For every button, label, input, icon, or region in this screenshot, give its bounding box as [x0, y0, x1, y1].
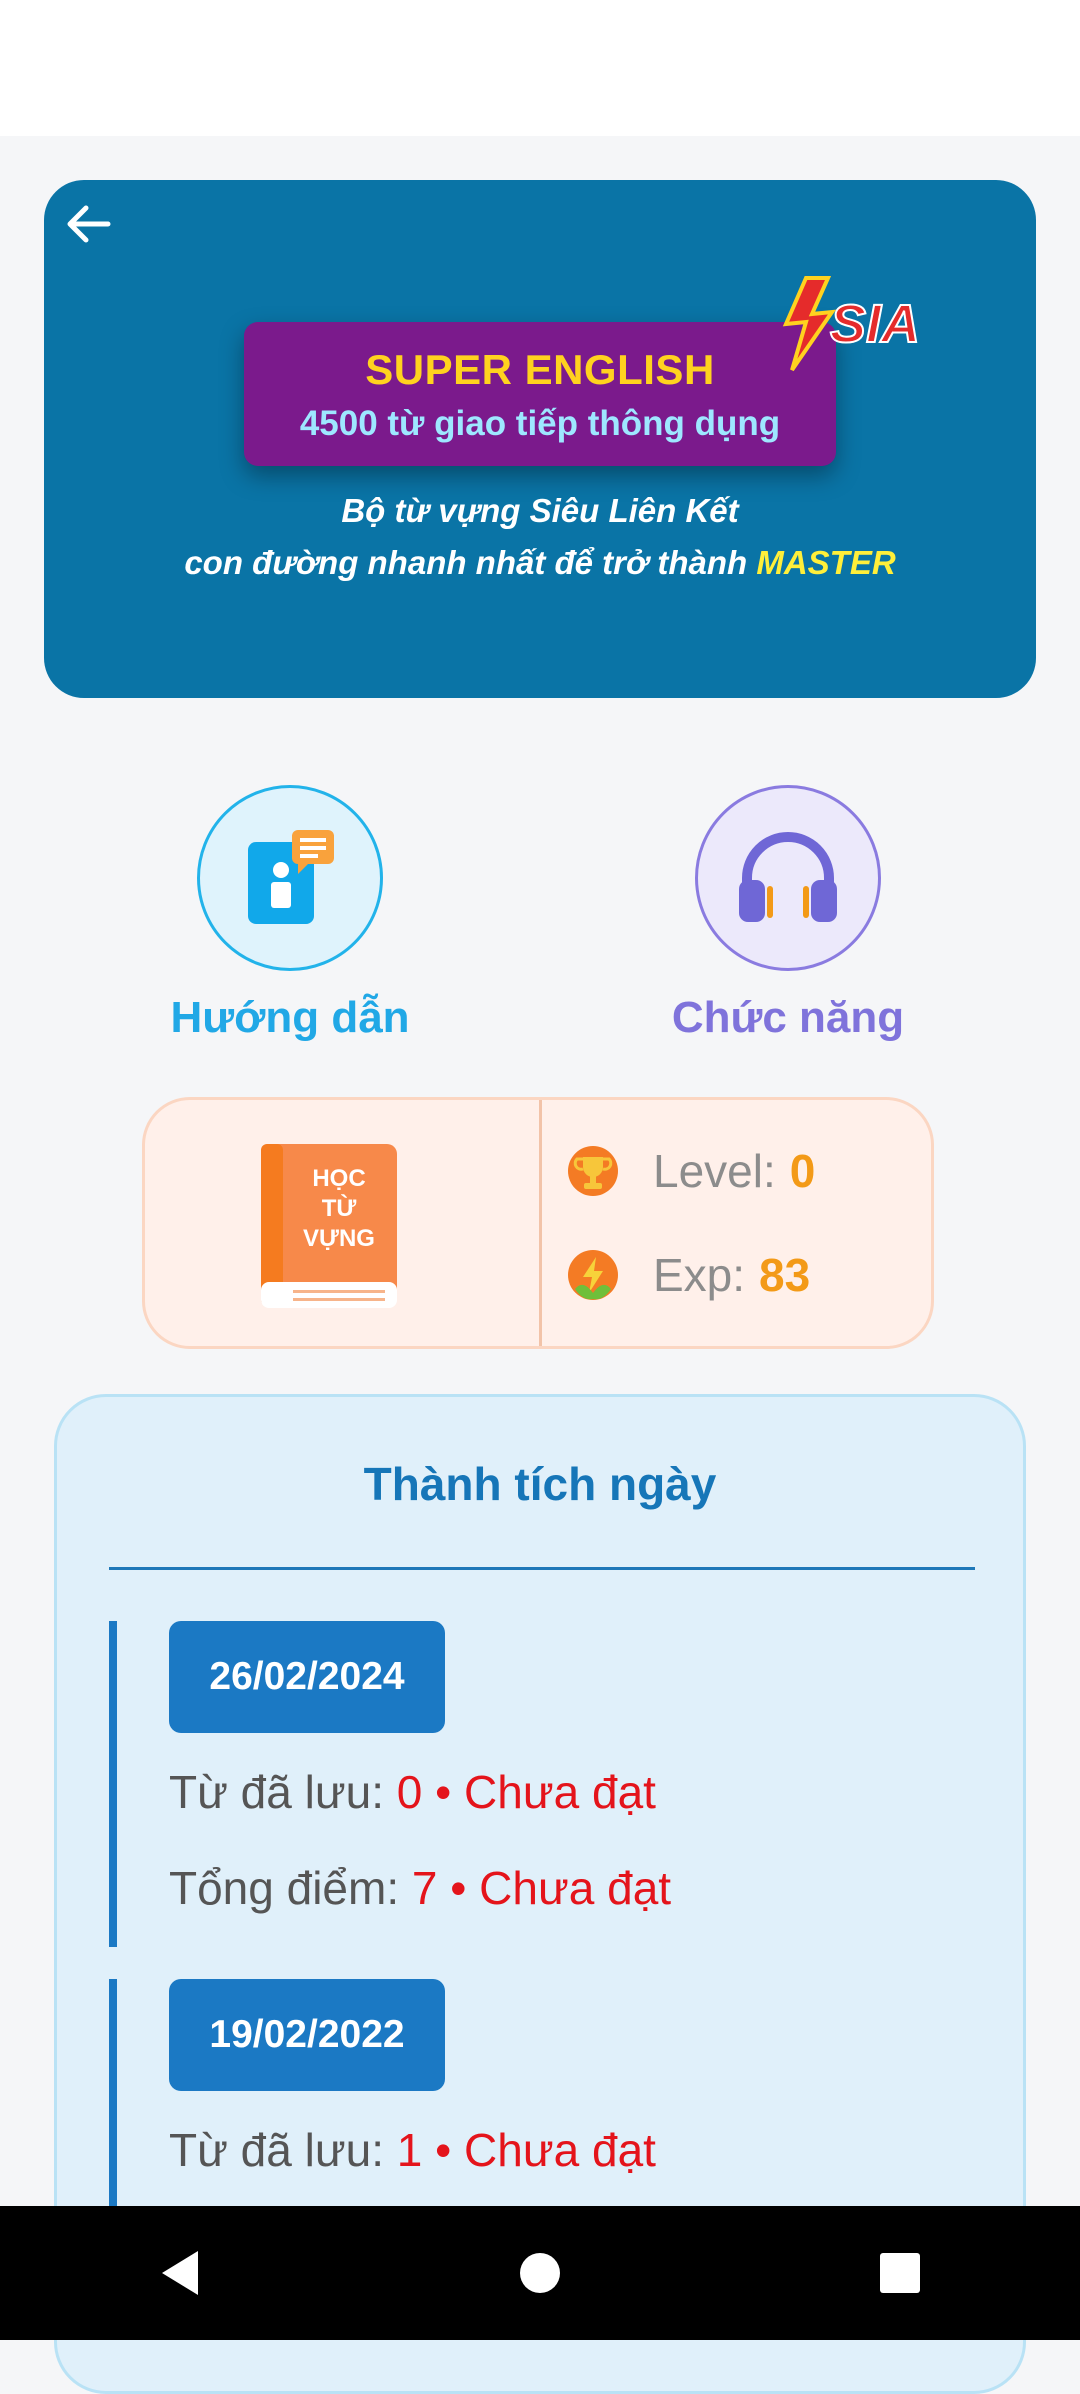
back-arrow-icon	[67, 205, 111, 243]
saved-words-value: 1	[396, 2124, 423, 2176]
hero-banner: SUPER ENGLISH 4500 từ giao tiếp thông dụ…	[44, 180, 1036, 698]
nav-back-button[interactable]	[0, 2206, 360, 2340]
trophy-icon	[568, 1146, 618, 1196]
guide-label: Hướng dẫn	[170, 993, 410, 1042]
guide-button[interactable]: Hướng dẫn	[140, 785, 440, 1043]
book-icon: HỌC TỪ VỰNG	[261, 1144, 397, 1308]
nav-home-button[interactable]	[360, 2206, 720, 2340]
status-bar-area	[0, 0, 1080, 136]
nav-recents-button[interactable]	[720, 2206, 1080, 2340]
total-score-line: Tổng điểm: 7 • Chưa đạt	[169, 1861, 671, 1915]
function-icon-circle	[695, 785, 881, 971]
total-score-label: Tổng điểm:	[169, 1862, 412, 1914]
nav-home-icon	[520, 2253, 560, 2293]
exp-row: Exp: 83	[567, 1248, 810, 1302]
date-badge: 26/02/2024	[169, 1621, 445, 1733]
headphones-icon	[739, 832, 837, 922]
banner-title-box: SUPER ENGLISH 4500 từ giao tiếp thông dụ…	[244, 322, 836, 466]
stats-card: HỌC TỪ VỰNG Level: 0 Exp: 83	[142, 1097, 934, 1349]
achievements-divider	[109, 1567, 975, 1570]
nav-recents-icon	[880, 2253, 920, 2293]
exp-label: Exp:	[653, 1249, 746, 1301]
banner-tagline-2: con đường nhanh nhất để trở thành MASTER	[44, 544, 1036, 582]
banner-subtitle: 4500 từ giao tiếp thông dụng	[299, 404, 781, 443]
brand-logo: SIA	[782, 276, 921, 372]
banner-tagline-1: Bộ từ vựng Siêu Liên Kết	[341, 492, 739, 529]
stats-divider	[539, 1100, 542, 1346]
logo-text: SIA	[830, 294, 920, 354]
achievements-title: Thành tích ngày	[363, 1458, 717, 1510]
exp-value: 83	[759, 1249, 811, 1301]
guide-icon	[248, 830, 334, 924]
level-label: Level:	[653, 1145, 776, 1197]
exp-icon	[568, 1250, 618, 1300]
achievement-entry: 26/02/2024 Từ đã lưu: 0 • Chưa đạt Tổng …	[109, 1621, 977, 1947]
system-navigation-bar	[0, 2206, 1080, 2340]
function-label: Chức năng	[671, 993, 905, 1042]
book-text-1: HỌC	[312, 1165, 365, 1192]
saved-words-line: Từ đã lưu: 0 • Chưa đạt	[169, 1765, 656, 1819]
nav-back-icon	[162, 2251, 198, 2295]
total-score-status: • Chưa đạt	[437, 1862, 672, 1914]
guide-icon-circle	[197, 785, 383, 971]
date-badge: 19/02/2022	[169, 1979, 445, 2091]
saved-words-value: 0	[396, 1766, 423, 1818]
level-value: 0	[789, 1145, 816, 1197]
tagline-text: con đường nhanh nhất để trở thành	[184, 544, 757, 581]
saved-words-line: Từ đã lưu: 1 • Chưa đạt	[169, 2123, 656, 2177]
function-button[interactable]: Chức năng	[638, 785, 938, 1043]
saved-words-label: Từ đã lưu:	[169, 1766, 397, 1818]
level-row: Level: 0	[567, 1144, 815, 1198]
book-text-3: VỰNG	[303, 1225, 375, 1252]
vocabulary-book-button[interactable]: HỌC TỪ VỰNG	[257, 1142, 399, 1310]
banner-title: SUPER ENGLISH	[365, 346, 715, 393]
total-score-value: 7	[411, 1862, 438, 1914]
tagline-highlight: MASTER	[756, 544, 896, 581]
saved-words-label: Từ đã lưu:	[169, 2124, 397, 2176]
saved-words-status: • Chưa đạt	[422, 1766, 656, 1818]
back-button[interactable]	[48, 184, 128, 264]
book-text-2: TỪ	[322, 1194, 357, 1222]
saved-words-status: • Chưa đạt	[422, 2124, 656, 2176]
